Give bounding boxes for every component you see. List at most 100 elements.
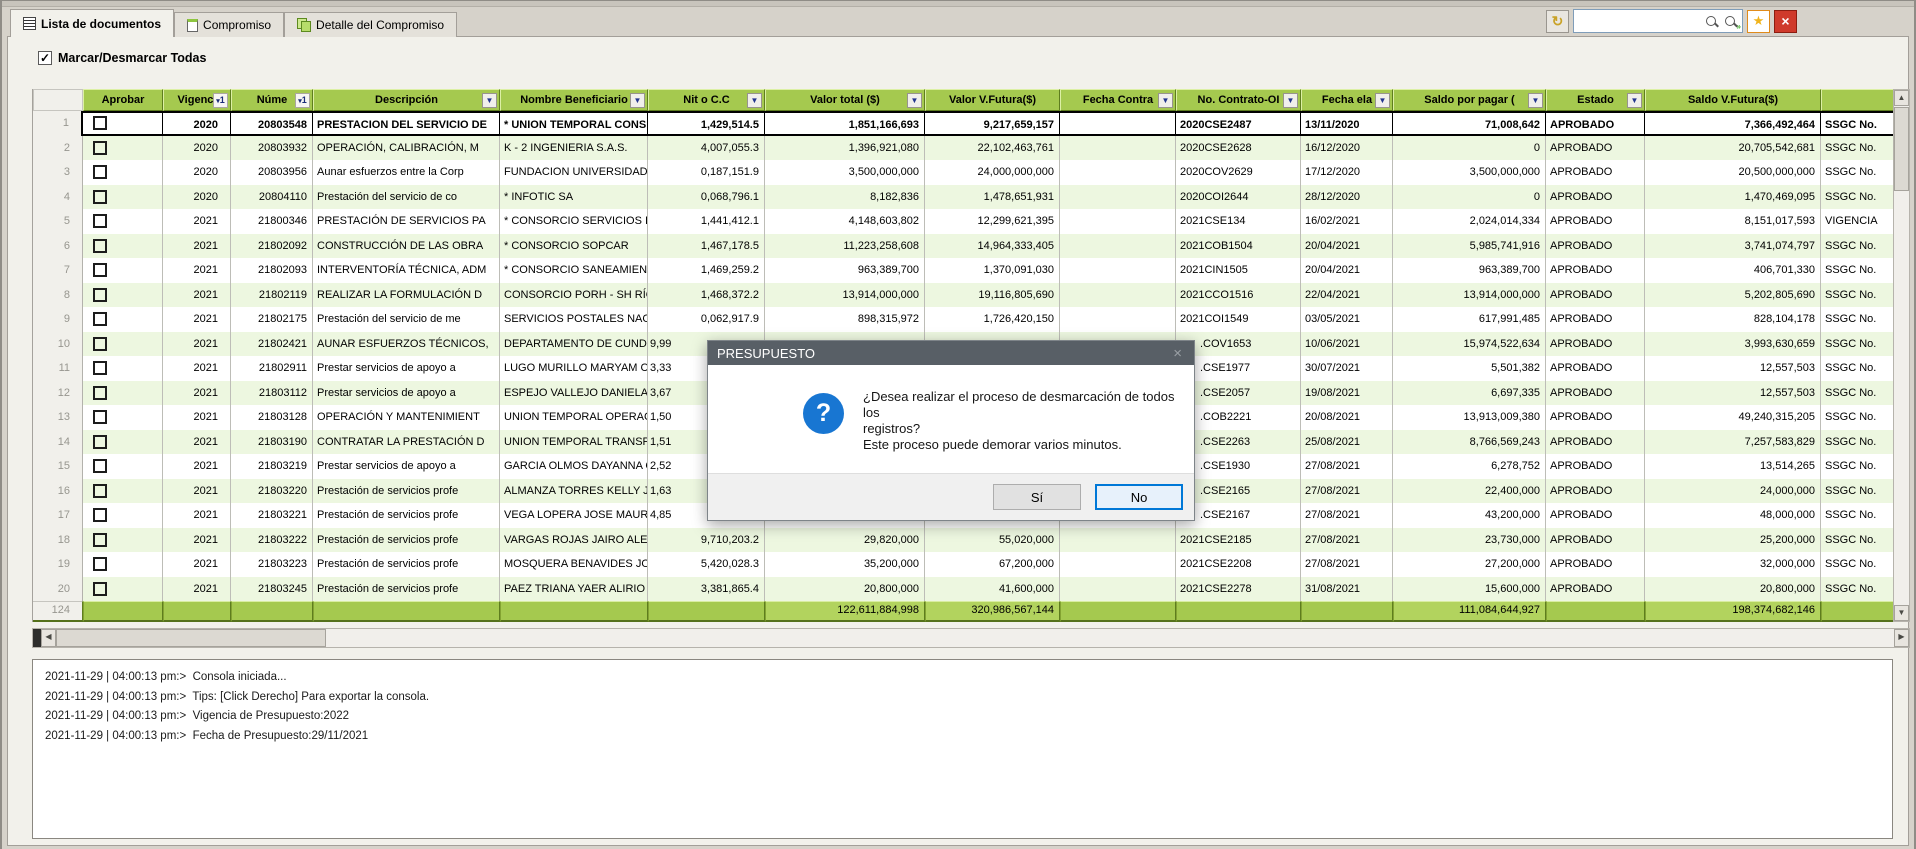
horizontal-scroll-thumb[interactable]: [56, 629, 326, 647]
cell-ssgc: SSGC No.: [1821, 454, 1894, 479]
approve-checkbox[interactable]: [93, 386, 107, 400]
cell-fecha-elaboracion: 30/07/2021: [1301, 356, 1393, 381]
header-no-contrato[interactable]: No. Contrato-OI: [1176, 89, 1301, 111]
header-numero[interactable]: Núme1: [231, 89, 313, 111]
cell-descripcion: Aunar esfuerzos entre la Corp: [313, 160, 500, 185]
horizontal-scroll-track[interactable]: [326, 629, 1894, 647]
filter-icon[interactable]: [1283, 93, 1298, 108]
header-aprobar[interactable]: Aprobar: [83, 89, 163, 111]
vertical-scroll-thumb[interactable]: [1894, 107, 1909, 191]
search-input[interactable]: [1574, 11, 1699, 31]
header-valor-total[interactable]: Valor total ($): [765, 89, 925, 111]
sort-order-icon[interactable]: 1: [295, 93, 310, 108]
cell-estado: APROBADO: [1546, 381, 1645, 406]
favorite-button[interactable]: ★: [1747, 10, 1770, 33]
header-saldo-por-pagar[interactable]: Saldo por pagar (: [1393, 89, 1546, 111]
approve-checkbox[interactable]: [93, 533, 107, 547]
yes-button[interactable]: Sí: [993, 484, 1081, 510]
approve-checkbox[interactable]: [93, 337, 107, 351]
cell-aprobar: [83, 381, 163, 406]
row-number: 20: [33, 577, 83, 602]
approve-checkbox[interactable]: [93, 239, 107, 253]
sort-order-icon[interactable]: 1: [213, 93, 228, 108]
approve-checkbox[interactable]: [93, 165, 107, 179]
cell-estado: APROBADO: [1546, 209, 1645, 234]
header-vigencia[interactable]: Vigenci1: [163, 89, 231, 111]
filter-icon[interactable]: [907, 93, 922, 108]
filter-icon[interactable]: [747, 93, 762, 108]
cell-saldo-por-pagar: 71,008,642: [1393, 111, 1546, 136]
cell-vigencia: 2020: [163, 136, 231, 161]
cell-aprobar: [83, 209, 163, 234]
cell-fecha-elaboracion: 19/08/2021: [1301, 381, 1393, 406]
header-fecha-contrato[interactable]: Fecha Contra: [1060, 89, 1176, 111]
approve-checkbox[interactable]: [93, 484, 107, 498]
approve-checkbox[interactable]: [93, 435, 107, 449]
cell-numero: 21803221: [231, 503, 313, 528]
scroll-up-icon[interactable]: ▲: [1894, 90, 1909, 106]
cell-nit: 1,467,178.5: [648, 234, 765, 259]
approve-checkbox[interactable]: [93, 141, 107, 155]
scroll-down-icon[interactable]: ▼: [1894, 605, 1909, 621]
filter-icon[interactable]: [1627, 93, 1642, 108]
grid-resize-handle[interactable]: [33, 629, 41, 647]
approve-checkbox[interactable]: [93, 214, 107, 228]
row-number: 4: [33, 185, 83, 210]
tab-lista-de-documentos[interactable]: Lista de documentos: [10, 9, 174, 37]
search-next-icon[interactable]: »: [1724, 15, 1737, 28]
cell-valor-total: 35,200,000: [765, 552, 925, 577]
approve-checkbox[interactable]: [93, 288, 107, 302]
cell-estado: APROBADO: [1546, 356, 1645, 381]
approve-checkbox[interactable]: [93, 361, 107, 375]
horizontal-scrollbar[interactable]: ◀ ▶: [32, 628, 1910, 648]
cell-valor-total: 11,223,258,608: [765, 234, 925, 259]
search-icon[interactable]: [1705, 15, 1718, 28]
console-log[interactable]: 2021-11-29 | 04:00:13 pm:> Consola inici…: [32, 659, 1893, 839]
header-saldo-vfutura[interactable]: Saldo V.Futura($): [1645, 89, 1821, 111]
approve-checkbox[interactable]: [93, 116, 107, 130]
header-beneficiario[interactable]: Nombre Beneficiario: [500, 89, 648, 111]
header-nit[interactable]: Nit o C.C: [648, 89, 765, 111]
approve-checkbox[interactable]: [93, 263, 107, 277]
table-row: 20 2021 21803245 Prestación de servicios…: [33, 577, 1893, 602]
cell-valor-vfutura: 22,102,463,761: [925, 136, 1060, 161]
approve-checkbox[interactable]: [93, 459, 107, 473]
header-estado[interactable]: Estado: [1546, 89, 1645, 111]
tab-detalle-del-compromiso[interactable]: Detalle del Compromiso: [284, 12, 457, 37]
cell-descripcion: Prestación de servicios profe: [313, 552, 500, 577]
dialog-close-icon[interactable]: ×: [1173, 345, 1182, 362]
scroll-left-icon[interactable]: ◀: [41, 629, 56, 647]
filter-icon[interactable]: [1375, 93, 1390, 108]
approve-checkbox[interactable]: [93, 508, 107, 522]
cell-contrato: 2021CIN1505: [1176, 258, 1301, 283]
approve-checkbox[interactable]: [93, 312, 107, 326]
filter-icon[interactable]: [630, 93, 645, 108]
footer-total-vfutura: 320,986,567,144: [925, 601, 1060, 622]
cell-saldo-vfutura: 7,366,492,464: [1645, 111, 1821, 136]
select-all-checkbox[interactable]: Marcar/Desmarcar Todas: [38, 51, 206, 65]
cell-estado: APROBADO: [1546, 405, 1645, 430]
close-button[interactable]: ×: [1774, 10, 1797, 33]
filter-icon[interactable]: [482, 93, 497, 108]
header-valor-vfutura[interactable]: Valor V.Futura($): [925, 89, 1060, 111]
approve-checkbox[interactable]: [93, 582, 107, 596]
cell-numero: 21800346: [231, 209, 313, 234]
filter-icon[interactable]: [1158, 93, 1173, 108]
scroll-right-icon[interactable]: ▶: [1894, 629, 1909, 647]
tab-compromiso[interactable]: Compromiso: [174, 12, 284, 37]
approve-checkbox[interactable]: [93, 410, 107, 424]
row-number: 1: [33, 111, 83, 136]
no-button[interactable]: No: [1095, 484, 1183, 510]
header-fecha-elaboracion[interactable]: Fecha ela: [1301, 89, 1393, 111]
cell-vigencia: 2021: [163, 332, 231, 357]
refresh-button[interactable]: ↻: [1546, 10, 1569, 33]
approve-checkbox[interactable]: [93, 557, 107, 571]
vertical-scrollbar[interactable]: ▲ ▼: [1893, 89, 1910, 622]
cell-ssgc: SSGC No.: [1821, 356, 1894, 381]
cell-saldo-vfutura: 1,470,469,095: [1645, 185, 1821, 210]
row-number: 18: [33, 528, 83, 553]
cell-fecha-elaboracion: 22/04/2021: [1301, 283, 1393, 308]
filter-icon[interactable]: [1528, 93, 1543, 108]
header-descripcion[interactable]: Descripción: [313, 89, 500, 111]
approve-checkbox[interactable]: [93, 190, 107, 204]
